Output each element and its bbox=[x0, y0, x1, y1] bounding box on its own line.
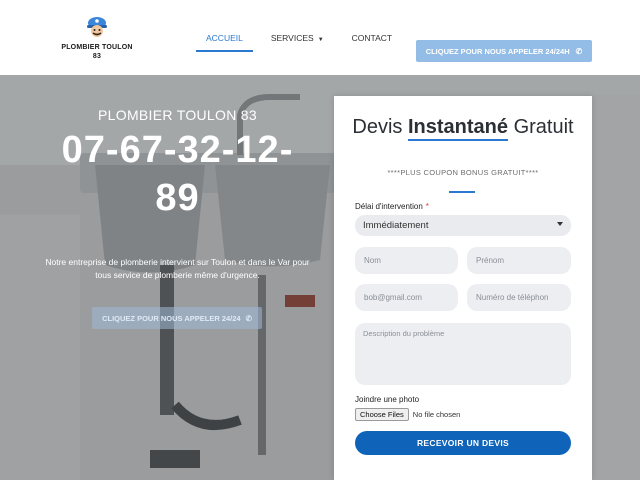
site-header: PLOMBIER TOULON 83 ACCUEIL SERVICES ▼ CON… bbox=[0, 0, 640, 75]
delay-label-text: Délai d'intervention bbox=[355, 202, 423, 211]
phone-placeholder: Numéro de téléphon bbox=[476, 293, 549, 302]
choose-files-button[interactable]: Choose Files bbox=[355, 408, 409, 421]
nav-item-label: SERVICES bbox=[270, 33, 314, 43]
name-field[interactable]: Nom bbox=[355, 247, 458, 274]
email-placeholder: bob@gmail.com bbox=[364, 293, 422, 302]
hero-phone-number: 07-67-32-12-89 bbox=[61, 129, 294, 219]
hero-description: Notre entreprise de plomberie intervient… bbox=[45, 257, 310, 280]
chevron-down-icon bbox=[557, 222, 563, 226]
form-title: Devis Instantané Gratuit bbox=[334, 116, 592, 141]
delay-select-value: Immédiatement bbox=[363, 220, 429, 231]
hero-call-label: CLIQUEZ POUR NOUS APPELER 24/24 bbox=[102, 313, 241, 323]
form-title-part1: Devis bbox=[352, 116, 403, 138]
submit-quote-button[interactable]: RECEVOIR UN DEVIS bbox=[355, 431, 571, 455]
quote-form-card: Devis Instantané Gratuit ****PLUS COUPON… bbox=[334, 96, 592, 480]
caret-down-icon: ▼ bbox=[317, 37, 324, 43]
form-title-highlight: Instantané bbox=[407, 116, 508, 141]
hero-tagline: PLOMBIER TOULON 83 bbox=[98, 107, 257, 123]
hero-call-button[interactable]: CLIQUEZ POUR NOUS APPELER 24/24 ✆ bbox=[92, 307, 262, 329]
header-call-label: CLIQUEZ POUR NOUS APPELER 24/24H bbox=[425, 46, 570, 56]
header-call-button[interactable]: CLIQUEZ POUR NOUS APPELER 24/24H ✆ bbox=[416, 40, 592, 62]
file-upload-row: Choose Files No file chosen bbox=[355, 408, 460, 421]
nav-item-label: CONTACT bbox=[351, 33, 393, 43]
coupon-text: ****PLUS COUPON BONUS GRATUIT**** bbox=[387, 168, 539, 177]
nav-item-services[interactable]: SERVICES ▼ bbox=[261, 26, 334, 50]
nav-item-label: ACCUEIL bbox=[206, 33, 243, 43]
name-placeholder: Nom bbox=[364, 256, 381, 265]
main-nav: ACCUEIL SERVICES ▼ CONTACT bbox=[196, 26, 410, 52]
site-logo[interactable]: PLOMBIER TOULON 83 bbox=[60, 14, 134, 62]
phone-icon: ✆ bbox=[245, 313, 252, 323]
logo-text: PLOMBIER TOULON 83 bbox=[61, 44, 133, 60]
form-title-part3: Gratuit bbox=[513, 116, 574, 138]
delay-label: Délai d'intervention * bbox=[355, 202, 429, 211]
email-field[interactable]: bob@gmail.com bbox=[355, 284, 458, 311]
title-separator bbox=[449, 191, 475, 193]
problem-placeholder: Description du problème bbox=[363, 329, 445, 338]
file-status: No file chosen bbox=[412, 410, 461, 419]
firstname-placeholder: Prénom bbox=[476, 256, 505, 265]
firstname-field[interactable]: Prénom bbox=[467, 247, 571, 274]
phone-field[interactable]: Numéro de téléphon bbox=[467, 284, 571, 311]
phone-icon: ✆ bbox=[575, 46, 583, 56]
plumber-mascot-icon bbox=[87, 17, 107, 37]
submit-label: RECEVOIR UN DEVIS bbox=[416, 438, 509, 448]
nav-item-contact[interactable]: CONTACT bbox=[342, 26, 402, 50]
nav-item-accueil[interactable]: ACCUEIL bbox=[196, 26, 253, 52]
problem-description-field[interactable]: Description du problème bbox=[355, 323, 571, 385]
photo-label: Joindre une photo bbox=[355, 395, 420, 404]
required-asterisk: * bbox=[425, 202, 429, 211]
delay-select[interactable]: Immédiatement bbox=[355, 215, 571, 236]
